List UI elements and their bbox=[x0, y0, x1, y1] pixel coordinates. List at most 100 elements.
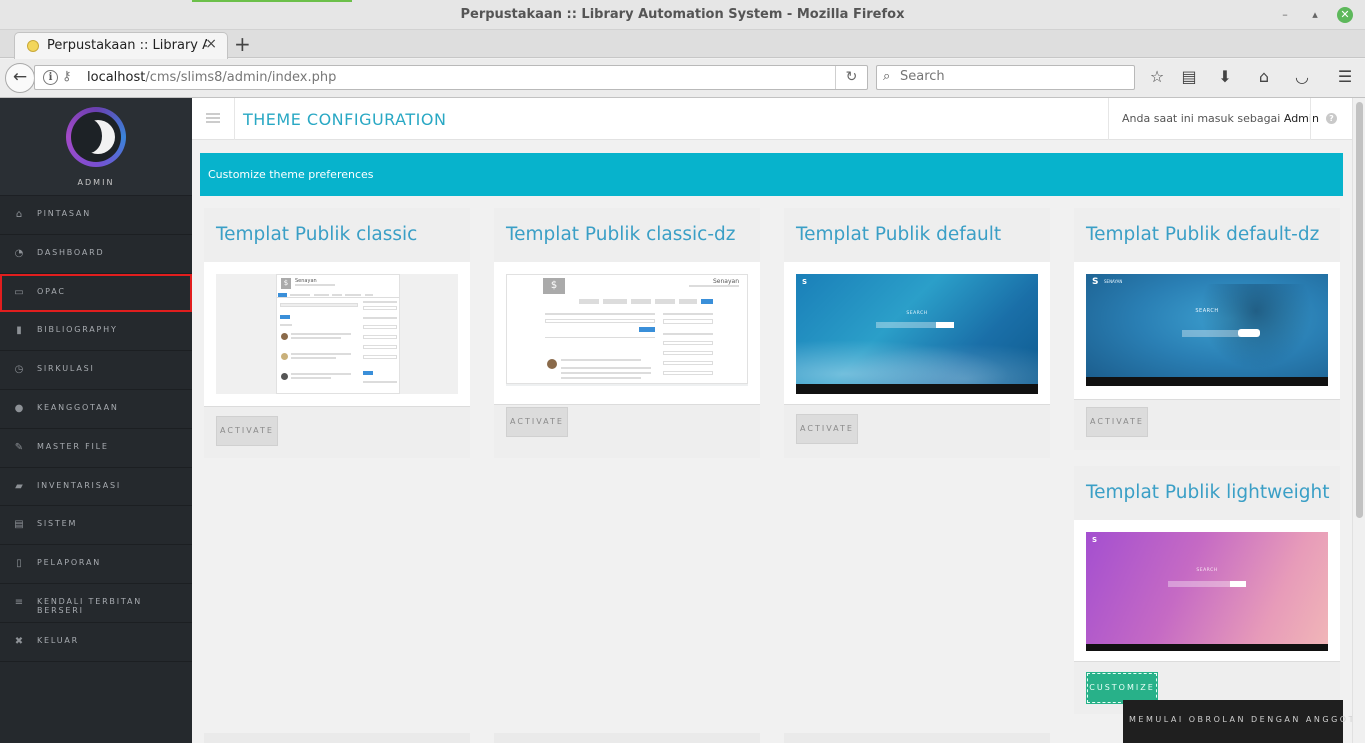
downloads-icon[interactable]: ⬇ bbox=[1214, 67, 1236, 89]
reading-list-icon[interactable]: ▤ bbox=[1178, 67, 1200, 89]
user-status: Anda saat ini masuk sebagai Admin bbox=[1122, 112, 1319, 125]
theme-card-default: Templat Publik default S SEARCH ACTIVATE bbox=[784, 208, 1050, 458]
maximize-icon[interactable]: ▴ bbox=[1307, 7, 1323, 23]
sidebar-item-label: KENDALI TERBITAN BERSERI bbox=[37, 596, 143, 615]
sidebar-item-label: INVENTARISASI bbox=[37, 480, 122, 490]
tab-bar: Perpustakaan :: Library A... × + bbox=[0, 30, 1365, 59]
sidebar-item-sistem[interactable]: ▤ SISTEM bbox=[0, 506, 192, 546]
window-close-icon[interactable]: ✕ bbox=[1337, 7, 1353, 23]
bookmark-star-icon[interactable]: ☆ bbox=[1146, 67, 1168, 89]
sidebar-item-label: SIRKULASI bbox=[37, 364, 95, 374]
activate-button[interactable]: ACTIVATE bbox=[506, 407, 568, 437]
browser-tab[interactable]: Perpustakaan :: Library A... × bbox=[14, 32, 228, 59]
navigation-bar: ← i ⚷ localhost/cms/slims8/admin/index.p… bbox=[0, 59, 1365, 98]
theme-thumbnail-default-dz[interactable]: S SENAYAN SEARCH bbox=[1086, 274, 1328, 386]
tab-title: Perpustakaan :: Library A... bbox=[47, 38, 207, 53]
window-title: Perpustakaan :: Library Automation Syste… bbox=[460, 7, 905, 22]
banner-text: Customize theme preferences bbox=[208, 168, 374, 181]
minimize-icon[interactable]: – bbox=[1277, 7, 1293, 23]
activate-button[interactable]: ACTIVATE bbox=[216, 416, 278, 446]
theme-card-partial bbox=[204, 733, 470, 743]
theme-card-partial bbox=[494, 733, 760, 743]
sidebar-item-label: DASHBOARD bbox=[37, 247, 105, 257]
key-icon: ⚷ bbox=[62, 69, 72, 84]
dashboard-icon: ◔ bbox=[14, 247, 24, 259]
sidebar-item-label: MASTER FILE bbox=[37, 441, 109, 451]
theme-thumbnail-default[interactable]: S SEARCH bbox=[796, 274, 1038, 394]
sidebar-toggle-icon[interactable] bbox=[206, 113, 220, 123]
scroll-thumb[interactable] bbox=[1356, 102, 1363, 518]
keyboard-icon: ▤ bbox=[14, 519, 24, 531]
new-tab-button[interactable]: + bbox=[234, 32, 251, 56]
sidebar-item-bibliography[interactable]: ▮ BIBLIOGRAPHY bbox=[0, 312, 192, 352]
thumbnail-search-label: SEARCH bbox=[906, 311, 928, 316]
main-header: THEME CONFIGURATION Anda saat ini masuk … bbox=[192, 98, 1352, 140]
theme-title: Templat Publik default bbox=[796, 224, 1002, 245]
file-icon: ▯ bbox=[16, 558, 22, 570]
pencil-icon: ✎ bbox=[14, 441, 24, 453]
tab-close-icon[interactable]: × bbox=[205, 36, 217, 52]
help-icon[interactable]: ? bbox=[1326, 113, 1337, 124]
sidebar-item-label: KELUAR bbox=[37, 635, 80, 645]
sidebar-item-label: OPAC bbox=[37, 286, 66, 296]
theme-card-lightweight: Templat Publik lightweight S SEARCH CUST… bbox=[1074, 466, 1340, 714]
help-area: ? bbox=[1310, 98, 1352, 140]
activate-button[interactable]: ACTIVATE bbox=[1086, 407, 1148, 437]
reload-icon[interactable]: ↻ bbox=[835, 66, 867, 89]
activate-button[interactable]: ACTIVATE bbox=[796, 414, 858, 444]
info-banner: Customize theme preferences bbox=[200, 153, 1343, 196]
url-path: /cms/slims8/admin/index.php bbox=[145, 70, 337, 85]
search-bar[interactable]: ⌕ bbox=[876, 65, 1135, 90]
home-icon: ⌂ bbox=[15, 209, 23, 220]
customize-button[interactable]: CUSTOMIZE bbox=[1086, 672, 1158, 704]
clock-icon: ◷ bbox=[14, 364, 24, 376]
favicon-icon bbox=[27, 40, 39, 52]
thumbnail-site-name: SENAYAN bbox=[1104, 279, 1123, 284]
hamburger-menu-icon[interactable]: ☰ bbox=[1334, 67, 1356, 89]
thumbnail-logo-icon: $ bbox=[281, 278, 291, 289]
thumbnail-frame: $ Senayan bbox=[494, 262, 760, 405]
sidebar-profile: ADMIN bbox=[0, 98, 192, 196]
thumbnail-logo-icon: S bbox=[1092, 536, 1098, 544]
info-icon[interactable]: i bbox=[43, 70, 58, 85]
sidebar-item-inventarisasi[interactable]: ▰ INVENTARISASI bbox=[0, 468, 192, 507]
theme-title: Templat Publik classic-dz bbox=[506, 224, 736, 245]
theme-card-classic: Templat Publik classic $ Senayan ACTIVAT… bbox=[204, 208, 470, 458]
theme-thumbnail-classic[interactable]: $ Senayan bbox=[216, 274, 458, 394]
search-input[interactable] bbox=[900, 69, 1120, 84]
thumbnail-logo-icon: S bbox=[1092, 277, 1099, 287]
sidebar-item-opac[interactable]: ▭ OPAC bbox=[0, 273, 192, 313]
sidebar-item-label: PELAPORAN bbox=[37, 558, 102, 568]
avatar[interactable] bbox=[66, 107, 126, 167]
url-text[interactable]: localhost/cms/slims8/admin/index.php bbox=[87, 70, 336, 85]
sidebar-item-keluar[interactable]: ✖ KELUAR bbox=[0, 623, 192, 662]
sidebar-item-kendali-terbitan-berseri[interactable]: ≡ KENDALI TERBITAN BERSERI bbox=[0, 584, 192, 623]
theme-card-classic-dz: Templat Publik classic-dz $ Senayan ACTI… bbox=[494, 208, 760, 458]
sidebar-item-dashboard[interactable]: ◔ DASHBOARD bbox=[0, 235, 192, 274]
thumbnail-frame: S SENAYAN SEARCH bbox=[1074, 262, 1340, 400]
home-browser-icon[interactable]: ⌂ bbox=[1253, 67, 1275, 89]
url-bar[interactable]: i ⚷ localhost/cms/slims8/admin/index.php… bbox=[34, 65, 868, 90]
theme-thumbnail-lightweight[interactable]: S SEARCH bbox=[1086, 532, 1328, 651]
sidebar-item-sirkulasi[interactable]: ◷ SIRKULASI bbox=[0, 351, 192, 390]
pocket-icon[interactable]: ◡ bbox=[1291, 67, 1313, 89]
sidebar-item-label: KEANGGOTAAN bbox=[37, 402, 119, 412]
sidebar-item-master-file[interactable]: ✎ MASTER FILE bbox=[0, 429, 192, 468]
back-button[interactable]: ← bbox=[5, 63, 35, 93]
user-area: Anda saat ini masuk sebagai Admin bbox=[1108, 98, 1319, 140]
url-host: localhost bbox=[87, 70, 146, 85]
sidebar-item-keanggotaan[interactable]: ● KEANGGOTAAN bbox=[0, 390, 192, 429]
thumbnail-frame: $ Senayan bbox=[204, 262, 470, 407]
sidebar-item-pintasan[interactable]: ⌂ PINTASAN bbox=[0, 196, 192, 235]
page-scrollbar[interactable] bbox=[1352, 98, 1365, 743]
search-icon: ⌕ bbox=[883, 69, 891, 84]
theme-card-partial bbox=[784, 733, 1050, 743]
theme-card-default-dz: Templat Publik default-dz S SENAYAN SEAR… bbox=[1074, 208, 1340, 450]
list-icon: ≡ bbox=[14, 596, 24, 608]
theme-thumbnail-classic-dz[interactable]: $ Senayan bbox=[506, 274, 748, 386]
chat-widget[interactable]: MEMULAI OBROLAN DENGAN ANGGOTA bbox=[1123, 700, 1361, 743]
sidebar-item-pelaporan[interactable]: ▯ PELAPORAN bbox=[0, 545, 192, 584]
profile-label: ADMIN bbox=[77, 178, 115, 187]
titlebar-accent bbox=[192, 0, 352, 2]
thumbnail-search-label: SEARCH bbox=[1195, 308, 1219, 314]
